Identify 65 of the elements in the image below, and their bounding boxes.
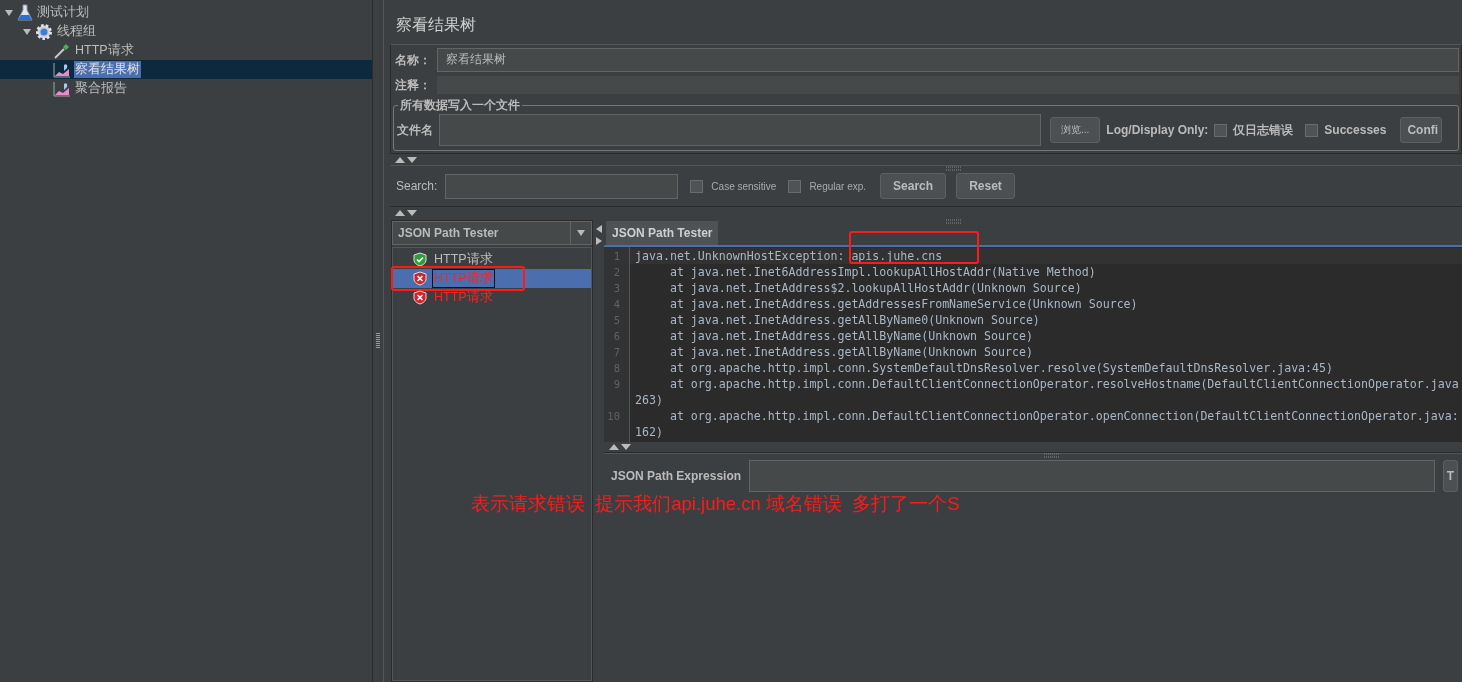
- collapse-left-icon[interactable]: [594, 224, 603, 234]
- collapse-right-icon[interactable]: [594, 236, 603, 246]
- code-line: at java.net.InetAddress.getAllByName(Unknown Source): [668, 328, 1034, 344]
- gear-icon: [35, 22, 53, 41]
- collapse-arrows-icon[interactable]: [608, 443, 632, 451]
- flask-icon: [17, 3, 33, 22]
- error-icon: [413, 290, 427, 305]
- search-button[interactable]: Search: [880, 173, 947, 199]
- chart-icon: [53, 80, 71, 97]
- expression-label: JSON Path Expression: [611, 468, 742, 483]
- test-button[interactable]: T: [1442, 460, 1458, 492]
- checkbox[interactable]: [1214, 123, 1228, 137]
- filename-field[interactable]: [439, 114, 1041, 146]
- result-item[interactable]: HTTP请求: [393, 288, 591, 307]
- search-field[interactable]: [445, 173, 679, 199]
- code-line: at java.net.Inet6AddressImpl.lookupAllHostAddr(Native Method): [668, 264, 1097, 280]
- panel-title: 察看结果树: [395, 15, 477, 35]
- splitter-grip-icon[interactable]: [1044, 453, 1060, 458]
- search-label: Search:: [396, 179, 438, 193]
- tree-item[interactable]: 线程组: [56, 23, 97, 40]
- code-line: at java.net.InetAddress$2.lookupAllHostAddr(Unknown Source): [668, 280, 1083, 296]
- code-line: at org.apache.http.impl.conn.SystemDefaultDnsResolver.resolve(SystemDefaultDnsResolver.java:45): [668, 360, 1334, 376]
- result-item[interactable]: HTTP请求: [393, 250, 591, 269]
- splitter-grip-icon[interactable]: [946, 166, 962, 171]
- checkbox-label: Successes: [1324, 123, 1387, 137]
- field-label: 注释：: [395, 76, 431, 94]
- annotation-text: 表示请求错误 提示我们api.juhe.cn 域名错误 多打了一个S: [471, 492, 960, 516]
- error-icon: [413, 271, 427, 286]
- code-line: at java.net.InetAddress.getAllByName0(Unknown Source): [668, 312, 1041, 328]
- configure-button[interactable]: Confi: [1400, 117, 1443, 143]
- checkbox-label: 仅日志错误: [1233, 121, 1294, 139]
- code-line: 162): [634, 424, 664, 440]
- name-field[interactable]: 察看结果树: [437, 48, 1459, 72]
- code-line: at java.net.InetAddress.getAddressesFromNameService(Unknown Source): [668, 296, 1139, 312]
- expand-icon[interactable]: [4, 7, 14, 18]
- chart-icon: [53, 61, 71, 78]
- browse-button[interactable]: 浏览...: [1050, 117, 1101, 143]
- field-label: 文件名: [397, 121, 433, 139]
- renderer-dropdown[interactable]: JSON Path Tester: [392, 221, 592, 245]
- group-title: 所有数据写入一个文件: [398, 97, 522, 114]
- checkbox-label: Case sensitive: [711, 180, 777, 192]
- checkbox[interactable]: [788, 179, 802, 193]
- log-display-label: Log/Display Only:: [1106, 123, 1209, 137]
- code-line: at org.apache.http.impl.conn.DefaultClientConnectionOperator.openConnection(DefaultClientConnectionOperator.java:: [668, 408, 1460, 424]
- pipette-icon: [53, 41, 71, 60]
- search-button[interactable]: Reset: [956, 173, 1015, 199]
- field-label: 名称：: [395, 51, 431, 69]
- code-line: at java.net.InetAddress.getAllByName(Unknown Source): [668, 344, 1034, 360]
- checkbox[interactable]: [1305, 123, 1319, 137]
- code-line: at org.apache.http.impl.conn.DefaultClientConnectionOperator.resolveHostname(DefaultClientConnectionOperator.java: [668, 376, 1460, 392]
- checkbox-label: Regular exp.: [809, 180, 867, 192]
- tree-item[interactable]: 聚合报告: [74, 80, 128, 97]
- collapse-arrows-icon[interactable]: [394, 208, 418, 217]
- splitter-grip-icon[interactable]: [376, 333, 380, 349]
- collapse-arrows-icon[interactable]: [394, 155, 418, 164]
- code-line: 263): [634, 392, 664, 408]
- tree-item[interactable]: HTTP请求: [74, 42, 135, 59]
- tree-item[interactable]: 察看结果树: [74, 61, 141, 78]
- tab[interactable]: JSON Path Tester: [606, 221, 719, 245]
- tree-item[interactable]: 测试计划: [36, 4, 90, 21]
- checkbox[interactable]: [690, 179, 704, 193]
- expand-icon[interactable]: [22, 26, 32, 37]
- success-icon: [413, 252, 427, 267]
- expression-field[interactable]: [749, 460, 1435, 492]
- splitter-grip-icon[interactable]: [946, 219, 962, 224]
